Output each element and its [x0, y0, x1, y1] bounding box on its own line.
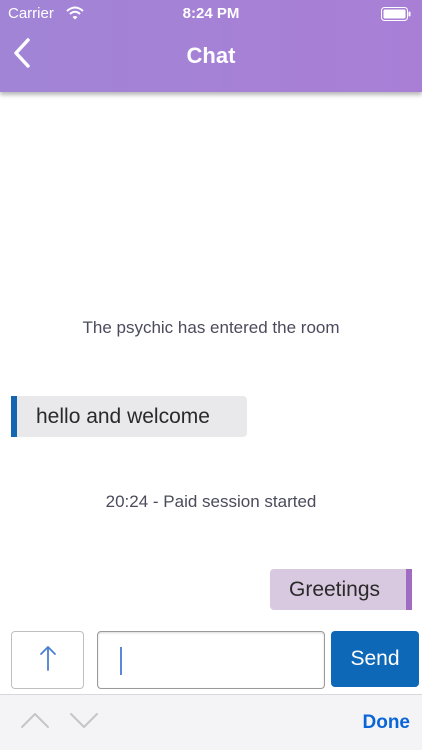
status-bar: Carrier 8:24 PM — [0, 0, 422, 30]
arrow-up-icon — [38, 644, 58, 677]
send-button[interactable]: Send — [331, 631, 419, 687]
keyboard-toolbar: Done — [0, 694, 422, 750]
incoming-message-bubble: hello and welcome — [11, 396, 247, 437]
done-button[interactable]: Done — [363, 712, 411, 734]
chevron-up-icon[interactable] — [20, 711, 50, 734]
nav-header: Carrier 8:24 PM Chat — [0, 0, 422, 92]
status-time: 8:24 PM — [182, 5, 240, 22]
system-message: The psychic has entered the room — [82, 318, 340, 337]
upload-button[interactable] — [11, 631, 84, 689]
message-composer: Send — [0, 622, 422, 694]
text-caret — [120, 647, 122, 675]
system-message: 20:24 - Paid session started — [105, 492, 317, 511]
page-title: Chat — [186, 43, 236, 68]
outgoing-message-bubble: Greetings — [270, 569, 412, 610]
message-input[interactable] — [97, 631, 325, 689]
chat-message-list[interactable]: The psychic has entered the room hello a… — [0, 92, 422, 622]
chevron-down-icon[interactable] — [69, 711, 99, 734]
battery-icon — [381, 7, 411, 25]
